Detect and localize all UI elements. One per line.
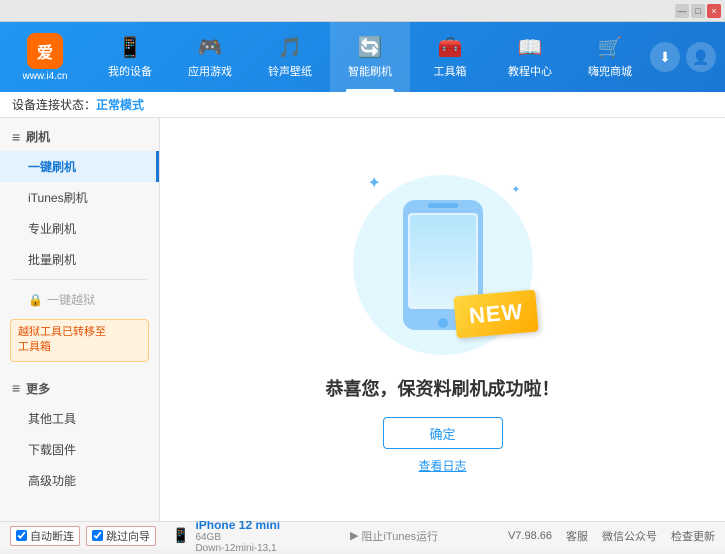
new-banner: NEW	[453, 289, 539, 338]
bottom-right: V7.98.66 客服 微信公众号 检查更新	[508, 528, 715, 544]
skip-wizard-label: 跳过向导	[106, 528, 150, 544]
nav-icon-0: 📱	[118, 35, 143, 60]
sidebar: ≡ 刷机 一键刷机 iTunes刷机 专业刷机 批量刷机 🔒 一键越狱 越狱工具…	[0, 118, 160, 521]
sidebar-divider-1	[12, 279, 147, 280]
download-button[interactable]: ⬇	[650, 42, 680, 72]
sidebar-section-title-more: ≡ 更多	[0, 374, 159, 403]
itunes-status: ▶ 阻止iTunes运行	[350, 528, 438, 544]
logo[interactable]: 爱 www.i4.cn	[0, 33, 90, 82]
more-section-icon: ≡	[12, 380, 20, 396]
nav-icon-2: 🎵	[278, 35, 303, 60]
nav-label-3: 智能刷机	[348, 63, 392, 79]
bottom-bar: 自动断连 跳过向导 📱 iPhone 12 mini 64GB Down-12m…	[0, 521, 725, 549]
sidebar-item-advanced[interactable]: 高级功能	[0, 465, 159, 496]
sparkle-icon-2: ✦	[511, 183, 520, 196]
sidebar-item-other[interactable]: 其他工具	[0, 403, 159, 434]
auto-disconnect-input[interactable]	[16, 530, 27, 541]
sidebar-item-itunes[interactable]: iTunes刷机	[0, 182, 159, 213]
nav-label-4: 工具箱	[434, 63, 467, 79]
logo-tagline: www.i4.cn	[22, 71, 67, 82]
sidebar-item-yijian[interactable]: 一键刷机	[0, 151, 159, 182]
nav-right: ⬇ 👤	[650, 42, 725, 72]
nav-item-1[interactable]: 🎮 应用游戏	[170, 22, 250, 92]
sidebar-section-title-flash: ≡ 刷机	[0, 122, 159, 151]
nav-icon-6: 🛒	[598, 35, 623, 60]
nav-item-5[interactable]: 📖 教程中心	[490, 22, 570, 92]
header: 爱 www.i4.cn 📱 我的设备 🎮 应用游戏 🎵 铃声壁纸 🔄 智能刷机 …	[0, 22, 725, 92]
nav-label-1: 应用游戏	[188, 63, 232, 79]
wechat-link[interactable]: 微信公众号	[602, 528, 657, 544]
success-text: 恭喜您，保资料刷机成功啦！	[326, 375, 560, 401]
user-button[interactable]: 👤	[686, 42, 716, 72]
daily-link[interactable]: 查看日志	[418, 457, 466, 474]
main: ≡ 刷机 一键刷机 iTunes刷机 专业刷机 批量刷机 🔒 一键越狱 越狱工具…	[0, 118, 725, 521]
auto-disconnect-checkbox[interactable]: 自动断连	[10, 526, 80, 546]
nav-item-6[interactable]: 🛒 嗨兜商城	[570, 22, 650, 92]
confirm-button[interactable]: 确定	[383, 417, 503, 449]
nav-item-0[interactable]: 📱 我的设备	[90, 22, 170, 92]
nav-label-0: 我的设备	[108, 63, 152, 79]
sidebar-notice: 越狱工具已转移至工具箱	[10, 319, 149, 362]
sidebar-section-more: ≡ 更多 其他工具 下载固件 高级功能	[0, 370, 159, 500]
sidebar-item-piliang[interactable]: 批量刷机	[0, 244, 159, 275]
nav-icon-5: 📖	[518, 35, 543, 60]
version-label: V7.98.66	[508, 530, 552, 542]
nav-items: 📱 我的设备 🎮 应用游戏 🎵 铃声壁纸 🔄 智能刷机 🧰 工具箱 📖 教程中心…	[90, 22, 650, 92]
maximize-button[interactable]: □	[691, 4, 705, 18]
nav-label-6: 嗨兜商城	[588, 63, 632, 79]
status-bar: 设备连接状态： 正常模式	[0, 92, 725, 118]
itunes-label: 阻止iTunes运行	[361, 528, 438, 544]
sidebar-section-flash: ≡ 刷机 一键刷机 iTunes刷机 专业刷机 批量刷机 🔒 一键越狱 越狱工具…	[0, 118, 159, 370]
nav-icon-1: 🎮	[198, 35, 223, 60]
sidebar-item-yueyu-disabled: 🔒 一键越狱	[0, 284, 159, 315]
update-link[interactable]: 检查更新	[671, 528, 715, 544]
close-button[interactable]: ×	[707, 4, 721, 18]
sparkle-icon: ✦	[368, 173, 381, 193]
nav-item-2[interactable]: 🎵 铃声壁纸	[250, 22, 330, 92]
minimize-button[interactable]: —	[675, 4, 689, 18]
sidebar-item-zhuanye[interactable]: 专业刷机	[0, 213, 159, 244]
status-value: 正常模式	[96, 96, 144, 113]
titlebar: — □ ×	[0, 0, 725, 22]
nav-icon-4: 🧰	[438, 35, 463, 60]
nav-item-4[interactable]: 🧰 工具箱	[410, 22, 490, 92]
logo-icon: 爱	[27, 33, 63, 69]
service-link[interactable]: 客服	[566, 528, 588, 544]
flash-section-icon: ≡	[12, 129, 20, 145]
success-illustration: ✦ ✦ NEW	[343, 165, 543, 365]
nav-label-2: 铃声壁纸	[268, 63, 312, 79]
nav-icon-3: 🔄	[358, 35, 383, 60]
nav-label-5: 教程中心	[508, 63, 552, 79]
status-prefix: 设备连接状态：	[12, 96, 96, 113]
device-storage: 64GB	[195, 532, 280, 543]
sidebar-item-download[interactable]: 下载固件	[0, 434, 159, 465]
auto-disconnect-label: 自动断连	[30, 528, 74, 544]
skip-wizard-checkbox[interactable]: 跳过向导	[86, 526, 156, 546]
skip-wizard-input[interactable]	[92, 530, 103, 541]
itunes-icon: ▶	[350, 529, 358, 542]
device-os: Down-12mini-13,1	[195, 543, 280, 554]
content-area: ✦ ✦ NEW 恭喜您，保资料刷机成功啦！ 确定 查看日志	[160, 118, 725, 521]
nav-item-3[interactable]: 🔄 智能刷机	[330, 22, 410, 92]
lock-icon: 🔒	[28, 293, 43, 307]
device-icon: 📱	[172, 527, 189, 544]
